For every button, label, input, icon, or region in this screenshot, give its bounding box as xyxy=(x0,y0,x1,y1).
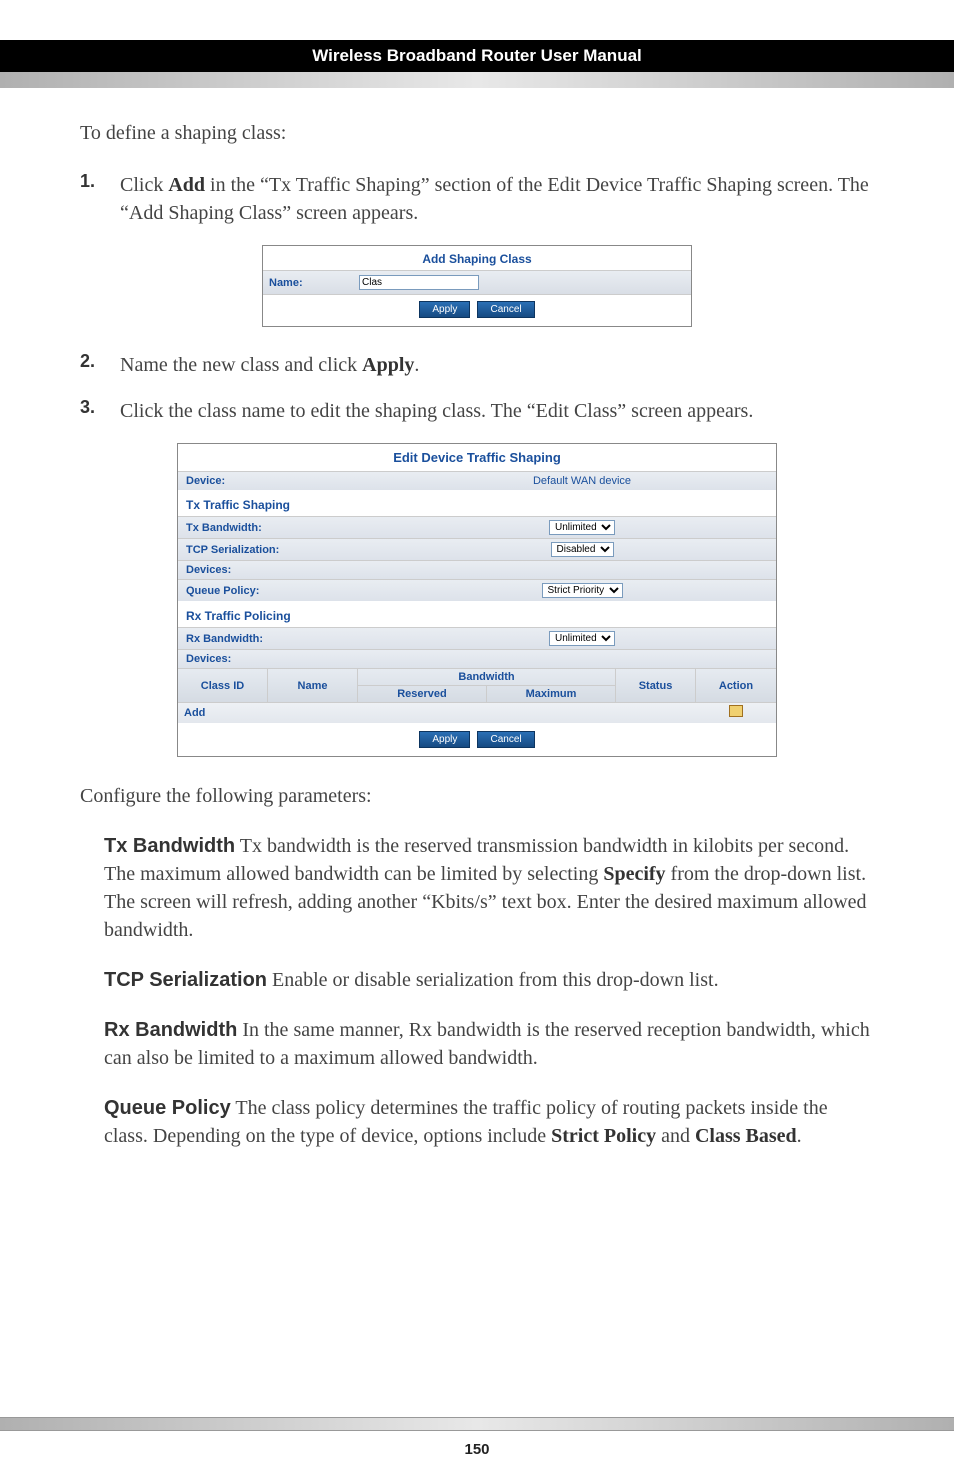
edts-title: Edit Device Traffic Shaping xyxy=(178,444,776,471)
edts-rxbw-label: Rx Bandwidth: xyxy=(186,633,396,645)
asc-title: Add Shaping Class xyxy=(263,246,691,270)
edts-queue-select[interactable]: Strict Priority xyxy=(542,583,623,598)
th-classid: Class ID xyxy=(178,669,268,702)
asc-cancel-button[interactable]: Cancel xyxy=(477,301,534,318)
edts-apply-button[interactable]: Apply xyxy=(419,731,470,748)
asc-name-input[interactable] xyxy=(359,275,479,290)
edts-rx-section: Rx Traffic Policing xyxy=(178,601,776,627)
param-txbw: Tx Bandwidth Tx bandwidth is the reserve… xyxy=(104,832,874,944)
param-txbw-title: Tx Bandwidth xyxy=(104,835,235,857)
param-queue-t3: . xyxy=(797,1125,802,1147)
edts-tcpser-label: TCP Serialization: xyxy=(186,544,396,556)
th-status: Status xyxy=(616,669,696,702)
edts-txbw-label: Tx Bandwidth: xyxy=(186,522,396,534)
param-queue-b1: Strict Policy xyxy=(551,1125,656,1147)
footer-divider xyxy=(0,1417,954,1431)
param-queue-title: Queue Policy xyxy=(104,1097,231,1119)
edts-cancel-button[interactable]: Cancel xyxy=(477,731,534,748)
step-1-pre: Click xyxy=(120,174,168,196)
step-1-number: 1. xyxy=(80,171,120,227)
param-tcp-title: TCP Serialization xyxy=(104,969,267,991)
th-name: Name xyxy=(268,669,358,702)
edts-device-label: Device: xyxy=(186,475,396,487)
step-2-number: 2. xyxy=(80,351,120,379)
step-3-number: 3. xyxy=(80,397,120,425)
edts-devices-label-2: Devices: xyxy=(186,653,396,665)
step-1-post: in the “Tx Traffic Shaping” section of t… xyxy=(120,174,869,224)
edts-tx-section: Tx Traffic Shaping xyxy=(178,490,776,516)
asc-apply-button[interactable]: Apply xyxy=(419,301,470,318)
step-2-post: . xyxy=(414,354,419,376)
step-2-bold: Apply xyxy=(362,354,414,376)
edit-device-traffic-shaping-screenshot: Edit Device Traffic Shaping Device: Defa… xyxy=(177,443,777,757)
param-queue-b2: Class Based xyxy=(695,1125,797,1147)
th-reserved: Reserved xyxy=(358,686,487,702)
step-2-pre: Name the new class and click xyxy=(120,354,362,376)
edts-txbw-select[interactable]: Unlimited xyxy=(549,520,615,535)
edts-devices-label: Devices: xyxy=(186,564,396,576)
add-link[interactable]: Add xyxy=(178,703,268,723)
asc-name-label: Name: xyxy=(269,277,359,289)
param-rxbw: Rx Bandwidth In the same manner, Rx band… xyxy=(104,1016,874,1072)
page-number: 150 xyxy=(0,1435,954,1474)
th-action: Action xyxy=(696,669,776,702)
step-3-body: Click the class name to edit the shaping… xyxy=(120,397,874,425)
edts-queue-label: Queue Policy: xyxy=(186,585,396,597)
add-shaping-class-screenshot: Add Shaping Class Name: Apply Cancel xyxy=(262,245,692,327)
th-maximum: Maximum xyxy=(487,686,615,702)
header-title: Wireless Broadband Router User Manual xyxy=(75,40,879,72)
header-divider xyxy=(0,72,954,88)
param-tcp-t1: Enable or disable serialization from thi… xyxy=(267,969,719,991)
table-row: Add xyxy=(178,702,776,723)
step-1-body: Click Add in the “Tx Traffic Shaping” se… xyxy=(120,171,874,227)
step-1-bold: Add xyxy=(168,174,205,196)
param-queue: Queue Policy The class policy determines… xyxy=(104,1094,874,1150)
add-action-icon[interactable] xyxy=(729,705,743,717)
param-tcp: TCP Serialization Enable or disable seri… xyxy=(104,966,874,994)
intro-text: To define a shaping class: xyxy=(80,122,874,145)
edts-rxbw-select[interactable]: Unlimited xyxy=(549,631,615,646)
edts-tcpser-select[interactable]: Disabled xyxy=(551,542,614,557)
param-rxbw-title: Rx Bandwidth xyxy=(104,1019,237,1041)
edts-device-value: Default WAN device xyxy=(396,475,768,487)
step-2-body: Name the new class and click Apply. xyxy=(120,351,874,379)
param-txbw-b1: Specify xyxy=(603,863,665,885)
param-queue-t2: and xyxy=(656,1125,695,1147)
params-intro: Configure the following parameters: xyxy=(80,785,874,808)
th-bandwidth: Bandwidth xyxy=(358,669,615,686)
